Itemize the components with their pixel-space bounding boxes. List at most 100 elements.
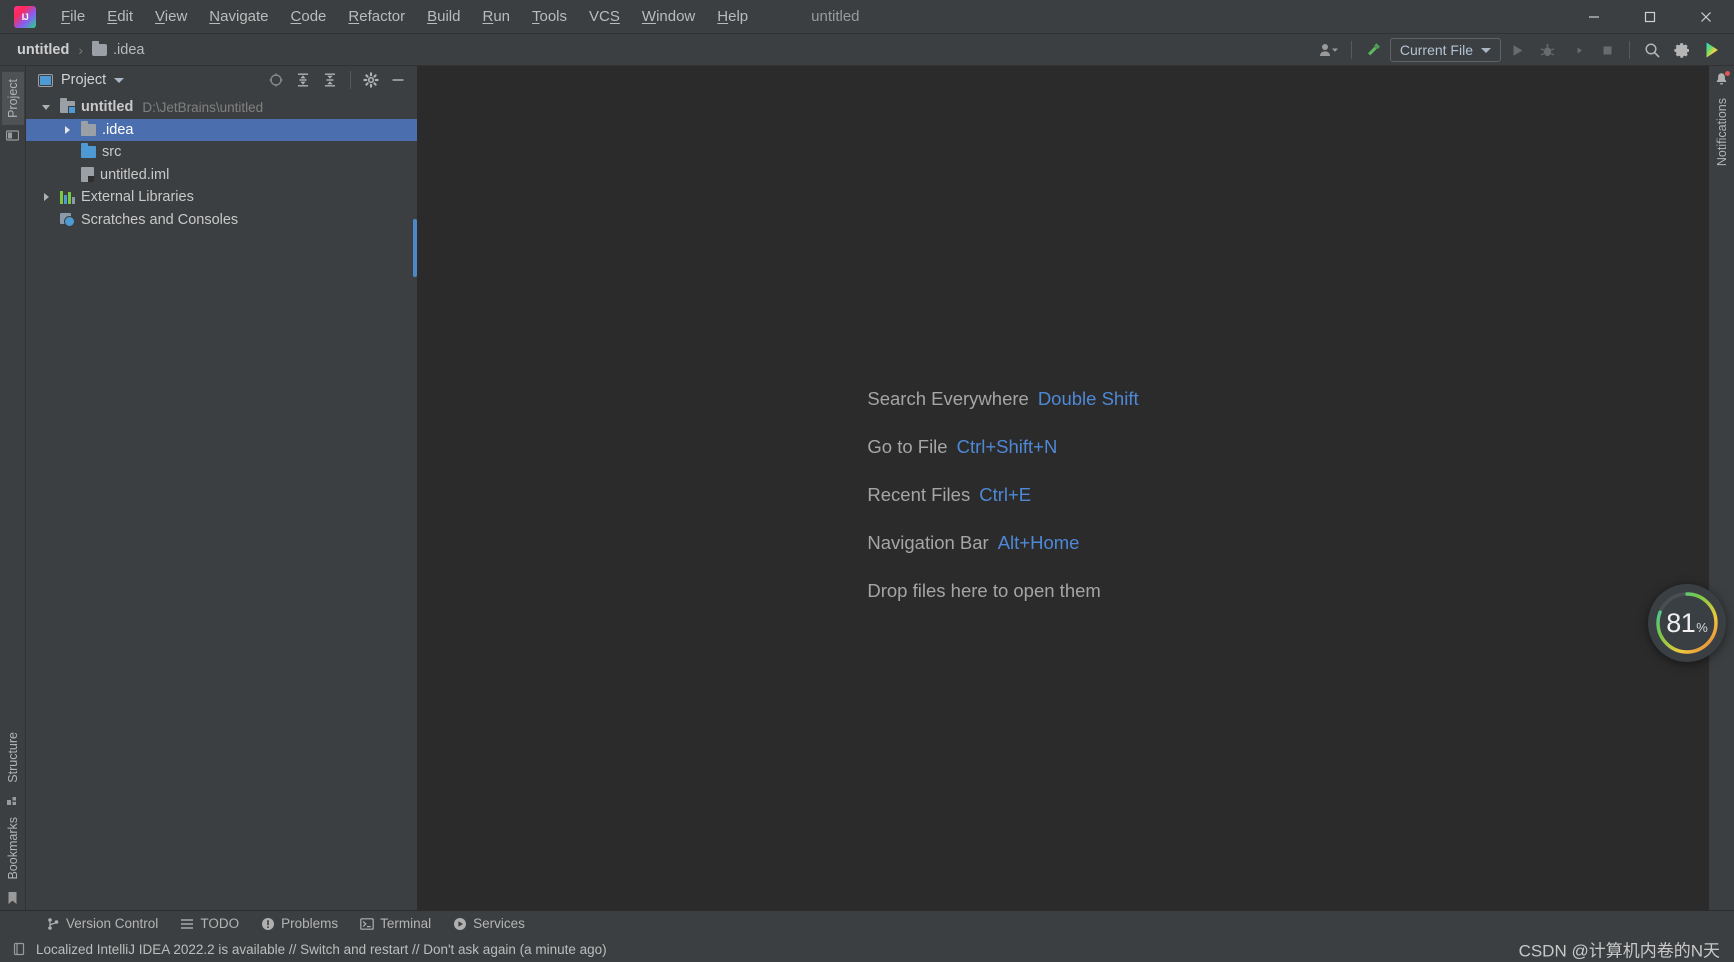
run-icon[interactable] bbox=[1503, 37, 1531, 63]
project-panel-title[interactable]: Project bbox=[38, 72, 125, 88]
tree-scrollbar[interactable] bbox=[413, 219, 417, 277]
menu-item-refactor[interactable]: Refactor bbox=[337, 5, 416, 28]
window-controls bbox=[1566, 0, 1734, 34]
ai-assistant-icon[interactable] bbox=[1698, 37, 1726, 63]
tool-window-version-control[interactable]: Version Control bbox=[36, 913, 168, 934]
tree-node-untitled-iml[interactable]: untitled.iml bbox=[26, 164, 417, 187]
project-tree[interactable]: untitled D:\JetBrains\untitled .idea src unt… bbox=[26, 94, 417, 910]
breadcrumb-item-project[interactable]: untitled bbox=[14, 40, 72, 60]
run-coverage-icon[interactable] bbox=[1563, 37, 1591, 63]
debug-icon[interactable] bbox=[1533, 37, 1561, 63]
menu-item-navigate[interactable]: Navigate bbox=[198, 5, 279, 28]
tree-node-scratches-and-consoles[interactable]: Scratches and Consoles bbox=[26, 209, 417, 232]
chevron-open-icon[interactable] bbox=[38, 105, 54, 110]
hint-shortcut: Double Shift bbox=[1037, 388, 1139, 409]
menu-item-vcs[interactable]: VCS bbox=[578, 5, 631, 28]
sidebar-item-structure[interactable]: Structure bbox=[2, 725, 24, 790]
sidebar-item-notifications[interactable]: Notifications bbox=[1711, 91, 1733, 173]
left-rail-top: Project bbox=[0, 72, 25, 142]
run-configuration-label: Current File bbox=[1399, 42, 1473, 58]
menu-item-edit[interactable]: Edit bbox=[96, 5, 144, 28]
bell-icon bbox=[1714, 70, 1731, 87]
project-window-icon bbox=[5, 129, 20, 142]
menu-item-code[interactable]: Code bbox=[280, 5, 338, 28]
user-accounts-icon[interactable] bbox=[1315, 37, 1343, 63]
tool-window-label: Terminal bbox=[380, 916, 432, 931]
hint-shortcut: Ctrl+E bbox=[979, 484, 1032, 505]
tree-node-label: External Libraries bbox=[81, 189, 194, 206]
chevron-closed-icon[interactable] bbox=[59, 126, 75, 134]
editor-hint: Drop files here to open them bbox=[867, 580, 1138, 602]
stop-icon[interactable] bbox=[1593, 37, 1621, 63]
status-bar: Localized IntelliJ IDEA 2022.2 is availa… bbox=[0, 936, 1734, 962]
branch-icon bbox=[46, 917, 60, 931]
tool-window-label: TODO bbox=[200, 916, 240, 931]
editor-hint: Navigation Bar Alt+Home bbox=[867, 532, 1138, 554]
terminal-icon bbox=[360, 917, 374, 931]
menu-item-build[interactable]: Build bbox=[416, 5, 471, 28]
breadcrumb-item-idea[interactable]: .idea bbox=[89, 40, 147, 60]
tree-node-external-libraries[interactable]: External Libraries bbox=[26, 186, 417, 209]
project-tool-window: Project untitled D:\JetBrains\untitled .… bbox=[26, 66, 418, 910]
notification-badge bbox=[1724, 70, 1731, 77]
run-configuration-selector[interactable]: Current File bbox=[1389, 38, 1501, 62]
hint-action: Go to File bbox=[867, 436, 948, 457]
toolbar-actions: Current File bbox=[1315, 34, 1726, 66]
editor-area[interactable]: Search Everywhere Double Shift Go to File C… bbox=[418, 66, 1708, 910]
tool-window-services[interactable]: Services bbox=[443, 913, 535, 934]
collapse-all-icon[interactable] bbox=[317, 68, 343, 92]
tree-node-label: .idea bbox=[102, 121, 134, 138]
close-button[interactable] bbox=[1678, 0, 1734, 34]
sidebar-item-project[interactable]: Project bbox=[1, 72, 24, 125]
tool-window-todo[interactable]: TODO bbox=[170, 913, 249, 934]
menu-item-view[interactable]: View bbox=[144, 5, 198, 28]
minimize-button[interactable] bbox=[1566, 0, 1622, 34]
breadcrumb: untitled › .idea bbox=[0, 40, 147, 60]
maximize-button[interactable] bbox=[1622, 0, 1678, 34]
navigation-bar: untitled › .idea Current File bbox=[0, 34, 1734, 66]
select-opened-file-icon[interactable] bbox=[263, 68, 289, 92]
tool-window-problems[interactable]: Problems bbox=[251, 913, 348, 934]
menu-item-tools[interactable]: Tools bbox=[521, 5, 578, 28]
rail-project-label: Project bbox=[5, 79, 20, 118]
tree-node-label: untitled bbox=[81, 99, 134, 116]
options-gear-icon[interactable] bbox=[358, 68, 384, 92]
sidebar-item-bookmarks[interactable]: Bookmarks bbox=[2, 810, 24, 887]
tool-window-label: Version Control bbox=[66, 916, 159, 931]
chevron-closed-icon[interactable] bbox=[38, 193, 54, 201]
project-panel-header: Project bbox=[26, 66, 417, 94]
tree-node-untitled[interactable]: untitled D:\JetBrains\untitled bbox=[26, 96, 417, 119]
editor-hints: Search Everywhere Double Shift Go to File C… bbox=[867, 388, 1138, 602]
hint-action: Navigation Bar bbox=[867, 532, 989, 553]
list-icon bbox=[180, 917, 194, 931]
main-menu: File Edit View Navigate Code Refactor Build Run… bbox=[50, 5, 759, 28]
tool-window-terminal[interactable]: Terminal bbox=[350, 913, 441, 934]
module-icon bbox=[60, 98, 76, 115]
expand-all-icon[interactable] bbox=[290, 68, 316, 92]
tool-window-label: Services bbox=[473, 916, 525, 931]
menu-item-window[interactable]: Window bbox=[631, 5, 706, 28]
source-folder-icon bbox=[81, 143, 96, 159]
breadcrumb-separator: › bbox=[78, 41, 84, 58]
build-hammer-icon[interactable] bbox=[1360, 37, 1388, 63]
battery-status-widget[interactable]: 81 % bbox=[1648, 584, 1726, 662]
hint-action: Recent Files bbox=[867, 484, 971, 505]
hide-panel-icon[interactable] bbox=[385, 68, 411, 92]
editor-hint: Go to File Ctrl+Shift+N bbox=[867, 436, 1138, 458]
hint-action: Search Everywhere bbox=[867, 388, 1029, 409]
search-icon[interactable] bbox=[1638, 37, 1666, 63]
tree-node-src[interactable]: src bbox=[26, 141, 417, 164]
tool-window-label: Problems bbox=[281, 916, 339, 931]
folder-icon bbox=[81, 120, 96, 136]
menu-item-help[interactable]: Help bbox=[706, 5, 759, 28]
left-rail-bottom: Structure Bookmarks bbox=[0, 725, 25, 904]
project-window-icon bbox=[38, 73, 53, 87]
window-title: untitled bbox=[811, 8, 860, 25]
menu-item-file[interactable]: File bbox=[50, 5, 96, 28]
scratches-icon bbox=[60, 212, 75, 227]
menu-item-run[interactable]: Run bbox=[471, 5, 521, 28]
title-bar: FileEditViewNavigateCodeRefactorBuildRun… bbox=[0, 0, 1734, 34]
tree-node-idea[interactable]: .idea bbox=[26, 118, 417, 141]
settings-gear-icon[interactable] bbox=[1668, 37, 1696, 63]
status-message[interactable]: Localized IntelliJ IDEA 2022.2 is availa… bbox=[36, 942, 607, 957]
